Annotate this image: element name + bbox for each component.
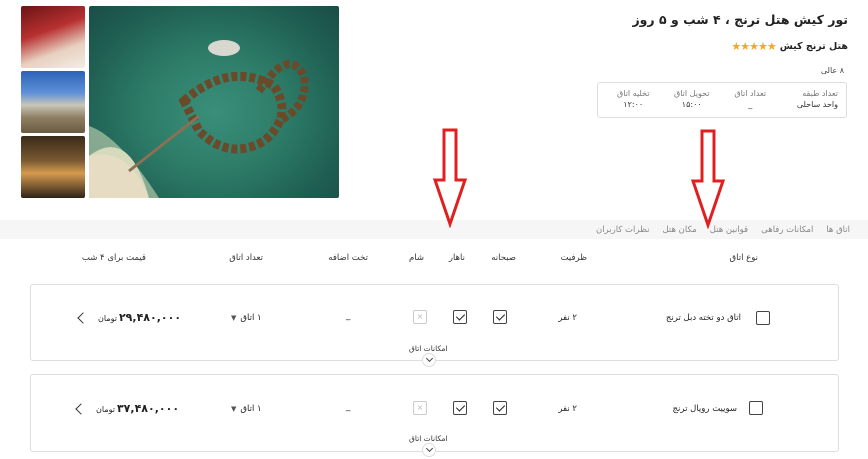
header-capacity: ظرفیت: [560, 253, 587, 263]
header-lunch: ناهار: [448, 253, 465, 263]
room-amenities-label[interactable]: امکانات اتاق: [409, 344, 448, 353]
info-room-count: تعداد اتاق _: [721, 89, 780, 117]
price-value: ۲۹,۴۸۰,۰۰۰: [118, 311, 182, 324]
extra-bed-value: _: [346, 402, 351, 412]
breakfast-checkbox[interactable]: [493, 310, 507, 324]
annotation-arrow-down-icon: [690, 129, 726, 229]
chevron-left-icon[interactable]: [77, 312, 89, 324]
tour-title: تور کیش هتل ترنج ، ۴ شب و ۵ روز: [632, 12, 848, 27]
gallery-main-image[interactable]: [89, 6, 339, 198]
room-count-select[interactable]: ۱ اتاق▼: [231, 313, 262, 323]
room-capacity: ۲ نفر: [558, 313, 577, 323]
info-value: واحد ساحلی: [796, 100, 838, 109]
info-value: _: [748, 100, 753, 109]
chevron-left-icon[interactable]: [75, 403, 87, 415]
expand-amenities-icon[interactable]: [422, 443, 436, 457]
header-breakfast: صبحانه: [491, 253, 516, 263]
room-card: اتاق دو تخته دبل ترنج ۲ نفر × _ ۱ اتاق▼ …: [30, 284, 839, 367]
room-capacity: ۲ نفر: [558, 404, 577, 414]
info-checkin: تحویل اتاق ۱۵:۰۰: [663, 89, 722, 117]
room-name: اتاق دو تخته دبل ترنج: [665, 313, 741, 323]
chevron-down-icon: ▼: [231, 314, 237, 322]
info-label: تعداد اتاق: [734, 89, 767, 98]
info-label: تعداد طبقه: [802, 89, 838, 98]
info-checkout: تخلیه اتاق ۱۲:۰۰: [604, 89, 663, 117]
header-dinner: شام: [409, 253, 424, 263]
gallery-thumbnail-3[interactable]: [21, 136, 85, 198]
hotel-rating: ۸ عالی: [820, 66, 844, 75]
breakfast-checkbox[interactable]: [493, 401, 507, 415]
info-label: تخلیه اتاق: [617, 89, 650, 98]
room-name: سوییت رویال ترنج: [672, 404, 737, 414]
expand-amenities-icon[interactable]: [422, 353, 436, 367]
dinner-checkbox-disabled: ×: [413, 401, 427, 415]
hotel-name: هتل ترنج کیش: [779, 41, 848, 52]
star-rating-icon: ★★★★★: [731, 40, 776, 53]
room-select-checkbox[interactable]: [756, 311, 770, 325]
tab-rooms[interactable]: اتاق ها: [826, 225, 850, 235]
info-floors: تعداد طبقه واحد ساحلی: [780, 89, 838, 117]
price-currency: تومان: [98, 314, 117, 323]
room-select-checkbox[interactable]: [749, 401, 763, 415]
header-extra-bed: تخت اضافه: [328, 253, 368, 263]
room-count-value: ۱ اتاق: [240, 313, 262, 323]
lunch-checkbox[interactable]: [453, 401, 467, 415]
tab-amenities[interactable]: امکانات رفاهی: [761, 225, 813, 235]
room-count-value: ۱ اتاق: [240, 404, 262, 414]
extra-bed-value: _: [346, 311, 351, 321]
header-price: قیمت برای ۴ شب: [81, 253, 146, 263]
resort-aerial-illustration: [89, 40, 309, 198]
header-room-type: نوع اتاق: [729, 253, 758, 263]
info-label: تحویل اتاق: [674, 89, 710, 98]
info-value: ۱۵:۰۰: [681, 100, 702, 109]
hotel-name-row: هتل ترنج کیش ★★★★★: [731, 40, 848, 53]
room-amenities-label[interactable]: امکانات اتاق: [409, 434, 448, 443]
room-count-select[interactable]: ۱ اتاق▼: [231, 404, 262, 414]
room-card: سوییت رویال ترنج ۲ نفر × _ ۱ اتاق▼ ۳۷,۴۸…: [30, 374, 839, 457]
price-currency: تومان: [96, 405, 115, 414]
header-room-count: تعداد اتاق: [229, 253, 263, 263]
price-value: ۳۷,۴۸۰,۰۰۰: [116, 402, 180, 415]
annotation-arrow-down-icon: [432, 128, 468, 228]
dinner-checkbox-disabled: ×: [413, 310, 427, 324]
gallery-thumbnail-2[interactable]: [21, 71, 85, 133]
room-price: ۲۹,۴۸۰,۰۰۰تومان: [98, 311, 181, 324]
chevron-down-icon: ▼: [231, 405, 237, 413]
lunch-checkbox[interactable]: [453, 310, 467, 324]
room-price: ۳۷,۴۸۰,۰۰۰تومان: [96, 402, 179, 415]
tab-reviews[interactable]: نظرات کاربران: [596, 225, 650, 235]
gallery-thumbnail-1[interactable]: [21, 6, 85, 68]
hotel-info-box: تعداد طبقه واحد ساحلی تعداد اتاق _ تحویل…: [597, 82, 847, 118]
info-value: ۱۲:۰۰: [623, 100, 644, 109]
